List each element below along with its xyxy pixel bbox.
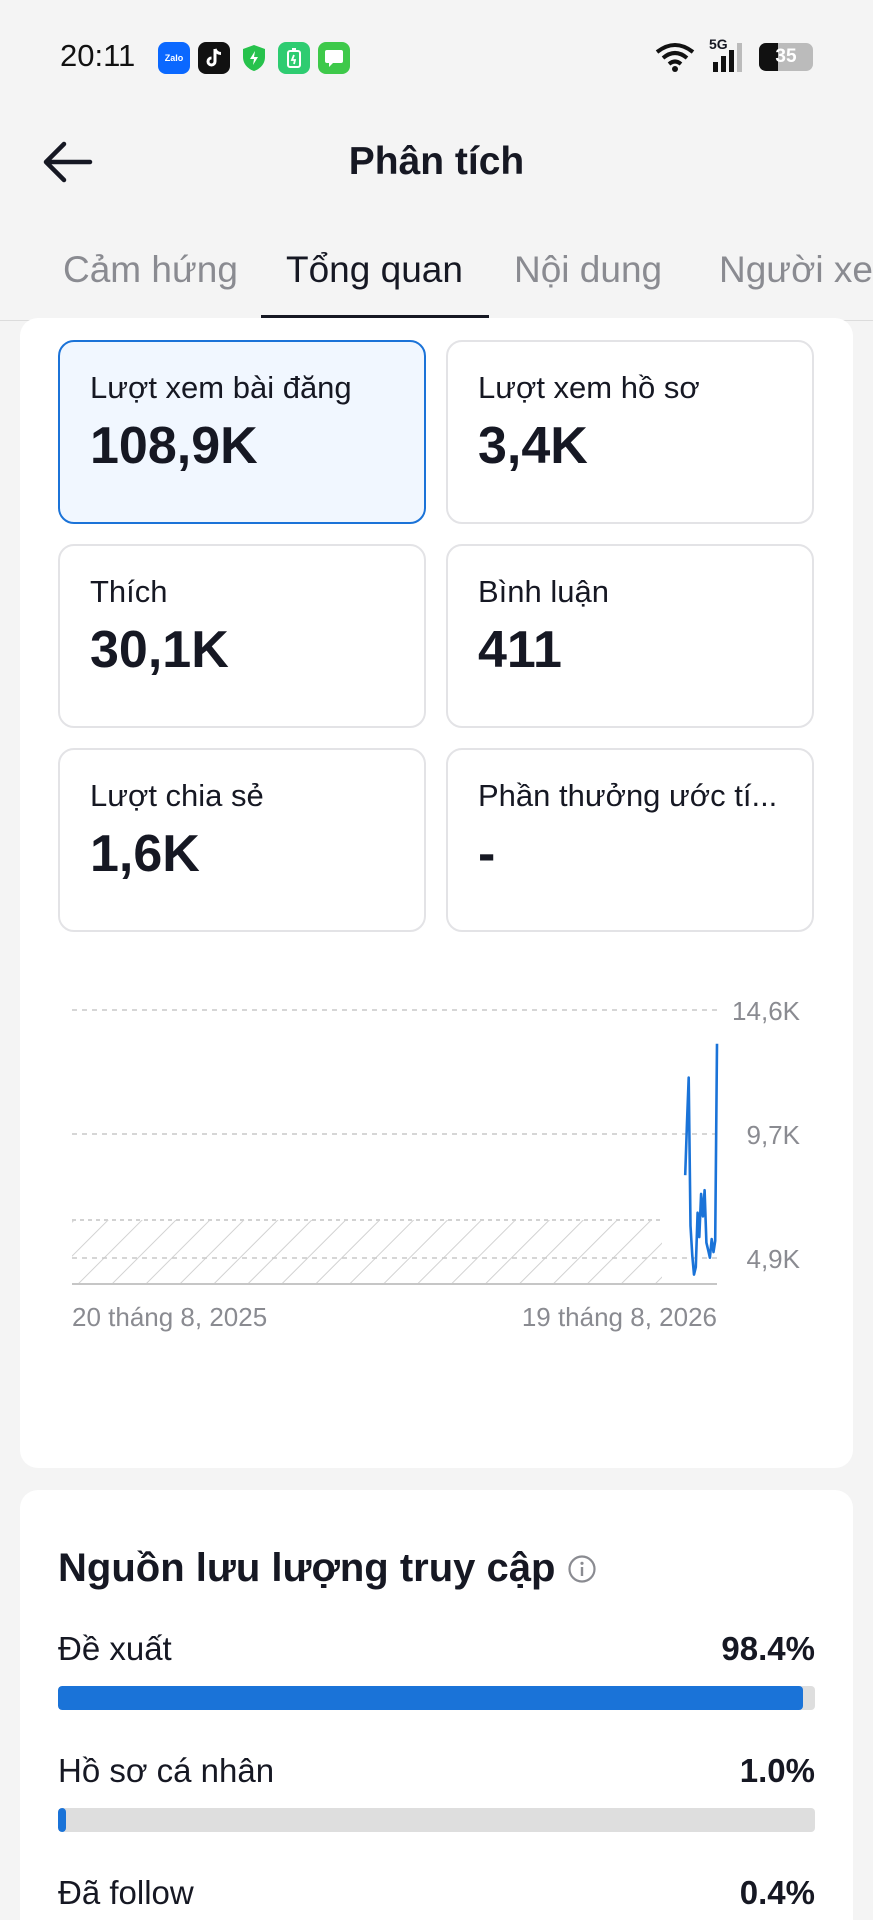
stat-label: Lượt xem bài đăng [90, 370, 352, 405]
stat-likes[interactable]: Thích 30,1K [58, 544, 426, 728]
stat-label: Lượt chia sẻ [90, 778, 264, 813]
traffic-source-percent: 98.4% [721, 1630, 815, 1667]
traffic-source-percent: 0.4% [739, 1874, 815, 1911]
traffic-bar-fill [58, 1808, 66, 1832]
stat-label: Thích [90, 574, 168, 609]
battery-icon: 35 [759, 43, 813, 71]
traffic-source-card: Nguồn lưu lượng truy cập Đề xuất 98.4% H… [20, 1490, 853, 1920]
stat-label: Lượt xem hồ sơ [478, 370, 700, 405]
stat-value: 3,4K [478, 417, 588, 475]
info-icon[interactable] [567, 1554, 597, 1584]
shield-icon [238, 42, 270, 74]
app-header: Phân tích [0, 112, 873, 212]
traffic-source-name: Hồ sơ cá nhân [58, 1752, 275, 1789]
traffic-title: Nguồn lưu lượng truy cập [58, 1546, 556, 1590]
zalo-icon: Zalo [158, 42, 190, 74]
traffic-bar-fill [58, 1686, 803, 1710]
tab-content[interactable]: Nội dung [514, 249, 662, 291]
battery-level: 35 [775, 46, 797, 67]
tab-bar: Cảm hứng Tổng quan Nội dung Người xem [0, 235, 873, 321]
stat-label: Phần thưởng ước tí... [478, 778, 778, 813]
stat-value: 1,6K [90, 825, 200, 883]
tiktok-icon [198, 42, 230, 74]
tab-inspiration[interactable]: Cảm hứng [63, 249, 238, 291]
traffic-title-row: Nguồn lưu lượng truy cập [58, 1546, 597, 1591]
stat-value: - [478, 825, 496, 883]
stat-profile-views[interactable]: Lượt xem hồ sơ 3,4K [446, 340, 814, 524]
stat-value: 30,1K [90, 621, 229, 679]
traffic-source-name: Đã follow [58, 1874, 194, 1911]
stat-post-views[interactable]: Lượt xem bài đăng 108,9K [58, 340, 426, 524]
chart-hatched-region [72, 1220, 662, 1284]
cellular-signal-icon: 5G [709, 36, 745, 74]
page-title: Phân tích [348, 140, 525, 183]
views-chart[interactable]: 14,6K 9,7K 4,9K 20 tháng 8, 2025 19 tháng 8,… [20, 968, 853, 1438]
status-app-icons: Zalo [158, 42, 350, 74]
stat-estimated-rewards[interactable]: Phần thưởng ước tí... - [446, 748, 814, 932]
stat-comments[interactable]: Bình luận 411 [446, 544, 814, 728]
chart-x-end-label: 19 tháng 8, 2026 [522, 1302, 717, 1332]
wifi-icon [655, 43, 695, 72]
overview-card: Lượt xem bài đăng 108,9K Lượt xem hồ sơ … [20, 318, 853, 1468]
status-indicators: 5G 35 [655, 36, 813, 74]
chart-y-tick-label: 14,6K [732, 996, 801, 1026]
status-time: 20:11 [60, 38, 136, 73]
traffic-bar-track [58, 1808, 815, 1832]
tab-overview[interactable]: Tổng quan [286, 249, 463, 291]
chart-y-tick-label: 9,7K [747, 1120, 801, 1150]
status-bar: 20:11 Zalo 5G 35 [0, 0, 873, 112]
messages-icon [318, 42, 350, 74]
traffic-bar-track [58, 1686, 815, 1710]
chart-x-start-label: 20 tháng 8, 2025 [72, 1302, 267, 1332]
stat-label: Bình luận [478, 574, 609, 609]
tab-viewers[interactable]: Người xem [719, 249, 873, 291]
chart-series-line [683, 1043, 719, 1276]
traffic-source-percent: 1.0% [739, 1752, 815, 1789]
chart-y-tick-label: 4,9K [747, 1244, 801, 1274]
battery-saver-icon [278, 42, 310, 74]
stat-shares[interactable]: Lượt chia sẻ 1,6K [58, 748, 426, 932]
stat-value: 411 [478, 621, 562, 679]
chart-svg: 14,6K 9,7K 4,9K 20 tháng 8, 2025 19 tháng 8,… [72, 996, 801, 1332]
stat-value: 108,9K [90, 417, 258, 475]
traffic-source-name: Đề xuất [58, 1630, 172, 1667]
